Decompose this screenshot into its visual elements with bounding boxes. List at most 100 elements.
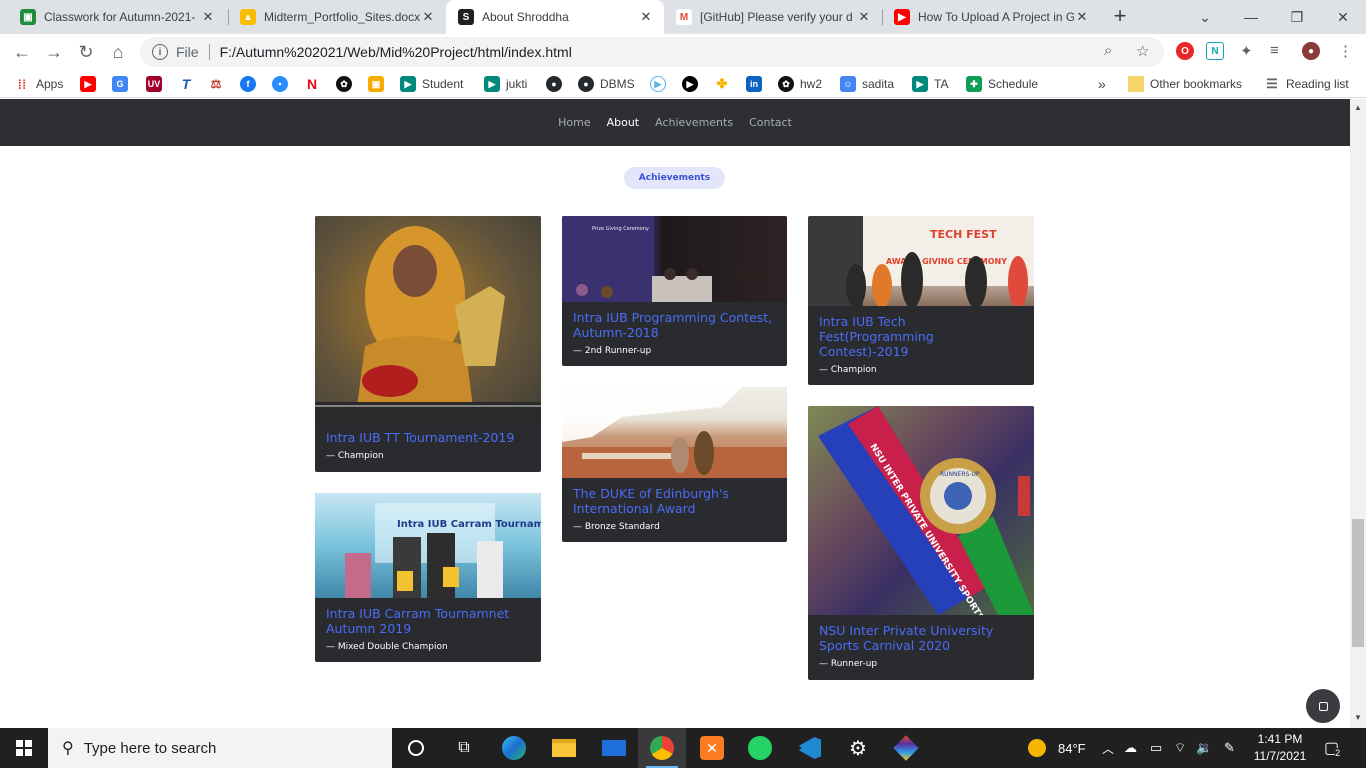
scroll-up-icon[interactable]: ▲ [1354, 103, 1362, 112]
divider [208, 44, 210, 60]
close-icon[interactable]: ✕ [200, 9, 216, 25]
bookmark-toph[interactable]: T [178, 75, 194, 93]
minimize-button[interactable]: — [1228, 0, 1274, 34]
bookmark-jukti[interactable]: ▶ jukti [484, 75, 527, 93]
onedrive-icon[interactable]: ☁ [1124, 728, 1137, 768]
bookmark-sadita[interactable]: ☺ sadita [840, 75, 894, 93]
n-extension-icon[interactable]: N [1206, 42, 1224, 60]
page-scrollbar[interactable]: ▲ ▼ [1350, 99, 1366, 728]
meet-icon: ▶ [912, 76, 928, 92]
show-hidden-icons-button[interactable]: ︿ [1102, 728, 1114, 768]
puzzle-icon[interactable]: ✦ [1240, 42, 1253, 60]
bookmark-pinwheel[interactable]: ✤ [714, 75, 730, 93]
nav-achievements[interactable]: Achievements [655, 116, 733, 129]
taskbar-mail[interactable] [590, 728, 638, 768]
close-icon[interactable]: ✕ [856, 9, 872, 25]
taskbar-search-box[interactable]: ⚲ Type here to search [48, 728, 392, 768]
linkedin-icon: in [746, 76, 762, 92]
forward-arrow-icon[interactable]: → [40, 38, 68, 66]
kebab-menu-icon[interactable]: ⋮ [1338, 42, 1353, 60]
windows-start-button[interactable] [0, 728, 48, 768]
taskbar-clock[interactable]: 1:41 PM 11/7/2021 [1248, 731, 1312, 765]
bookmark-circle-play[interactable]: ▶ [650, 75, 666, 93]
tab-search-chevron-icon[interactable]: ⌄ [1182, 0, 1228, 34]
nav-home[interactable]: Home [558, 116, 590, 129]
url-text[interactable]: F:/Autumn%202021/Web/Mid%20Project/html/… [220, 44, 572, 60]
card-title[interactable]: Intra IUB TT Tournament-2019 [326, 430, 530, 445]
close-window-button[interactable]: ✕ [1320, 0, 1366, 34]
taskbar-chrome[interactable] [638, 728, 686, 768]
bookmark-label: hw2 [800, 77, 823, 91]
taskbar-settings[interactable]: ⚙ [834, 728, 882, 768]
cortana-button[interactable] [392, 728, 440, 768]
bookmark-scale[interactable]: ⚖ [208, 75, 224, 93]
achievement-card-nsu: NSU INTER PRIVATE UNIVERSITY SPORTS CARN… [808, 406, 1034, 680]
taskbar-edge[interactable] [490, 728, 538, 768]
nav-contact[interactable]: Contact [749, 116, 792, 129]
bookmark-dbms[interactable]: ● DBMS [578, 75, 635, 93]
reload-icon[interactable]: ↻ [72, 38, 100, 66]
scroll-down-icon[interactable]: ▼ [1354, 713, 1362, 722]
opera-extension-icon[interactable]: O [1176, 42, 1194, 60]
bookmark-linkedin[interactable]: in [746, 75, 762, 93]
card-title[interactable]: Intra IUB Carram Tournamnet Autumn 2019 [326, 606, 530, 636]
close-icon[interactable]: ✕ [420, 9, 436, 25]
wifi-icon[interactable]: ⌔ [1174, 728, 1186, 768]
close-icon[interactable]: ✕ [638, 9, 654, 25]
taskbar-vscode[interactable] [786, 728, 834, 768]
card-title[interactable]: Intra IUB Programming Contest, Autumn-20… [573, 310, 776, 340]
bookmark-translate[interactable]: G [112, 75, 128, 93]
battery-icon[interactable]: ▭ [1150, 728, 1162, 768]
address-bar[interactable]: i File F:/Autumn%202021/Web/Mid%20Projec… [140, 37, 1164, 67]
card-title[interactable]: NSU Inter Private University Sports Carn… [819, 623, 1023, 653]
restore-button[interactable]: ❐ [1274, 0, 1320, 34]
prog-banner-text: Prize Giving Ceremony [592, 226, 649, 232]
taskbar-xampp[interactable]: ✕ [688, 728, 736, 768]
scale-icon: ⚖ [210, 77, 222, 91]
tab-youtube-upload[interactable]: ▶ How To Upload A Project in G ✕ [882, 0, 1100, 34]
pen-icon[interactable]: ✎ [1224, 728, 1235, 768]
bookmark-apps[interactable]: ⁞⁞ Apps [14, 75, 64, 93]
taskbar-whatsapp[interactable] [736, 728, 784, 768]
taskbar-file-explorer[interactable] [540, 728, 588, 768]
taskbar-git[interactable] [882, 728, 930, 768]
bookmark-uva[interactable]: UV [146, 75, 162, 93]
tab-github-verify[interactable]: M [GitHub] Please verify your d ✕ [664, 0, 882, 34]
bookmark-facebook[interactable]: f [240, 75, 256, 93]
bookmark-classroom[interactable]: ▣ [368, 75, 384, 93]
bookmark-zoom[interactable]: ▪ [272, 75, 288, 93]
card-title[interactable]: Intra IUB Tech Fest(Programming Contest)… [819, 314, 1023, 359]
bookmark-hw2[interactable]: ✿ hw2 [778, 75, 822, 93]
notification-center-button[interactable]: ▢ 2 [1324, 728, 1341, 768]
new-tab-button[interactable]: + [1108, 5, 1132, 29]
tab-midterm-portfolio[interactable]: ▲ Midterm_Portfolio_Sites.docx ✕ [228, 0, 446, 34]
task-view-button[interactable]: ⧉ [440, 728, 488, 768]
bookmark-youtube[interactable]: ▶ [80, 75, 96, 93]
bookmark-openai[interactable]: ✿ [336, 75, 352, 93]
tab-about-shroddha[interactable]: S About Shroddha ✕ [446, 0, 664, 34]
profile-avatar[interactable]: ● [1302, 42, 1320, 60]
weather-widget[interactable]: 84°F [1028, 728, 1086, 768]
media-queue-icon[interactable]: ≡ [1270, 42, 1279, 59]
zoom-search-icon[interactable]: ⌕ [1104, 42, 1112, 59]
back-to-top-button[interactable] [1306, 689, 1340, 723]
home-icon[interactable]: ⌂ [104, 38, 132, 66]
bookmark-play[interactable]: ▶ [682, 75, 698, 93]
bookmark-schedule[interactable]: ✚ Schedule [966, 75, 1038, 93]
tab-classwork[interactable]: ▣ Classwork for Autumn-2021- ✕ [8, 0, 226, 34]
nav-about[interactable]: About [607, 116, 640, 129]
info-icon[interactable]: i [152, 44, 168, 60]
bookmark-ta[interactable]: ▶ TA [912, 75, 948, 93]
bookmark-github[interactable]: ● [546, 75, 562, 93]
scrollbar-thumb[interactable] [1352, 519, 1364, 647]
bookmark-student[interactable]: ▶ Student [400, 75, 463, 93]
bookmark-netflix[interactable]: N [304, 75, 320, 93]
back-arrow-icon[interactable]: ← [8, 38, 36, 66]
close-icon[interactable]: ✕ [1074, 9, 1090, 25]
card-title[interactable]: The DUKE of Edinburgh's International Aw… [573, 486, 776, 516]
reading-list-button[interactable]: ☰ Reading list [1264, 75, 1349, 93]
star-icon[interactable]: ☆ [1136, 42, 1149, 60]
other-bookmarks-folder[interactable]: Other bookmarks [1128, 75, 1242, 93]
volume-icon[interactable]: 🔉 [1196, 728, 1212, 768]
more-bookmarks-button[interactable]: » [1098, 75, 1106, 93]
